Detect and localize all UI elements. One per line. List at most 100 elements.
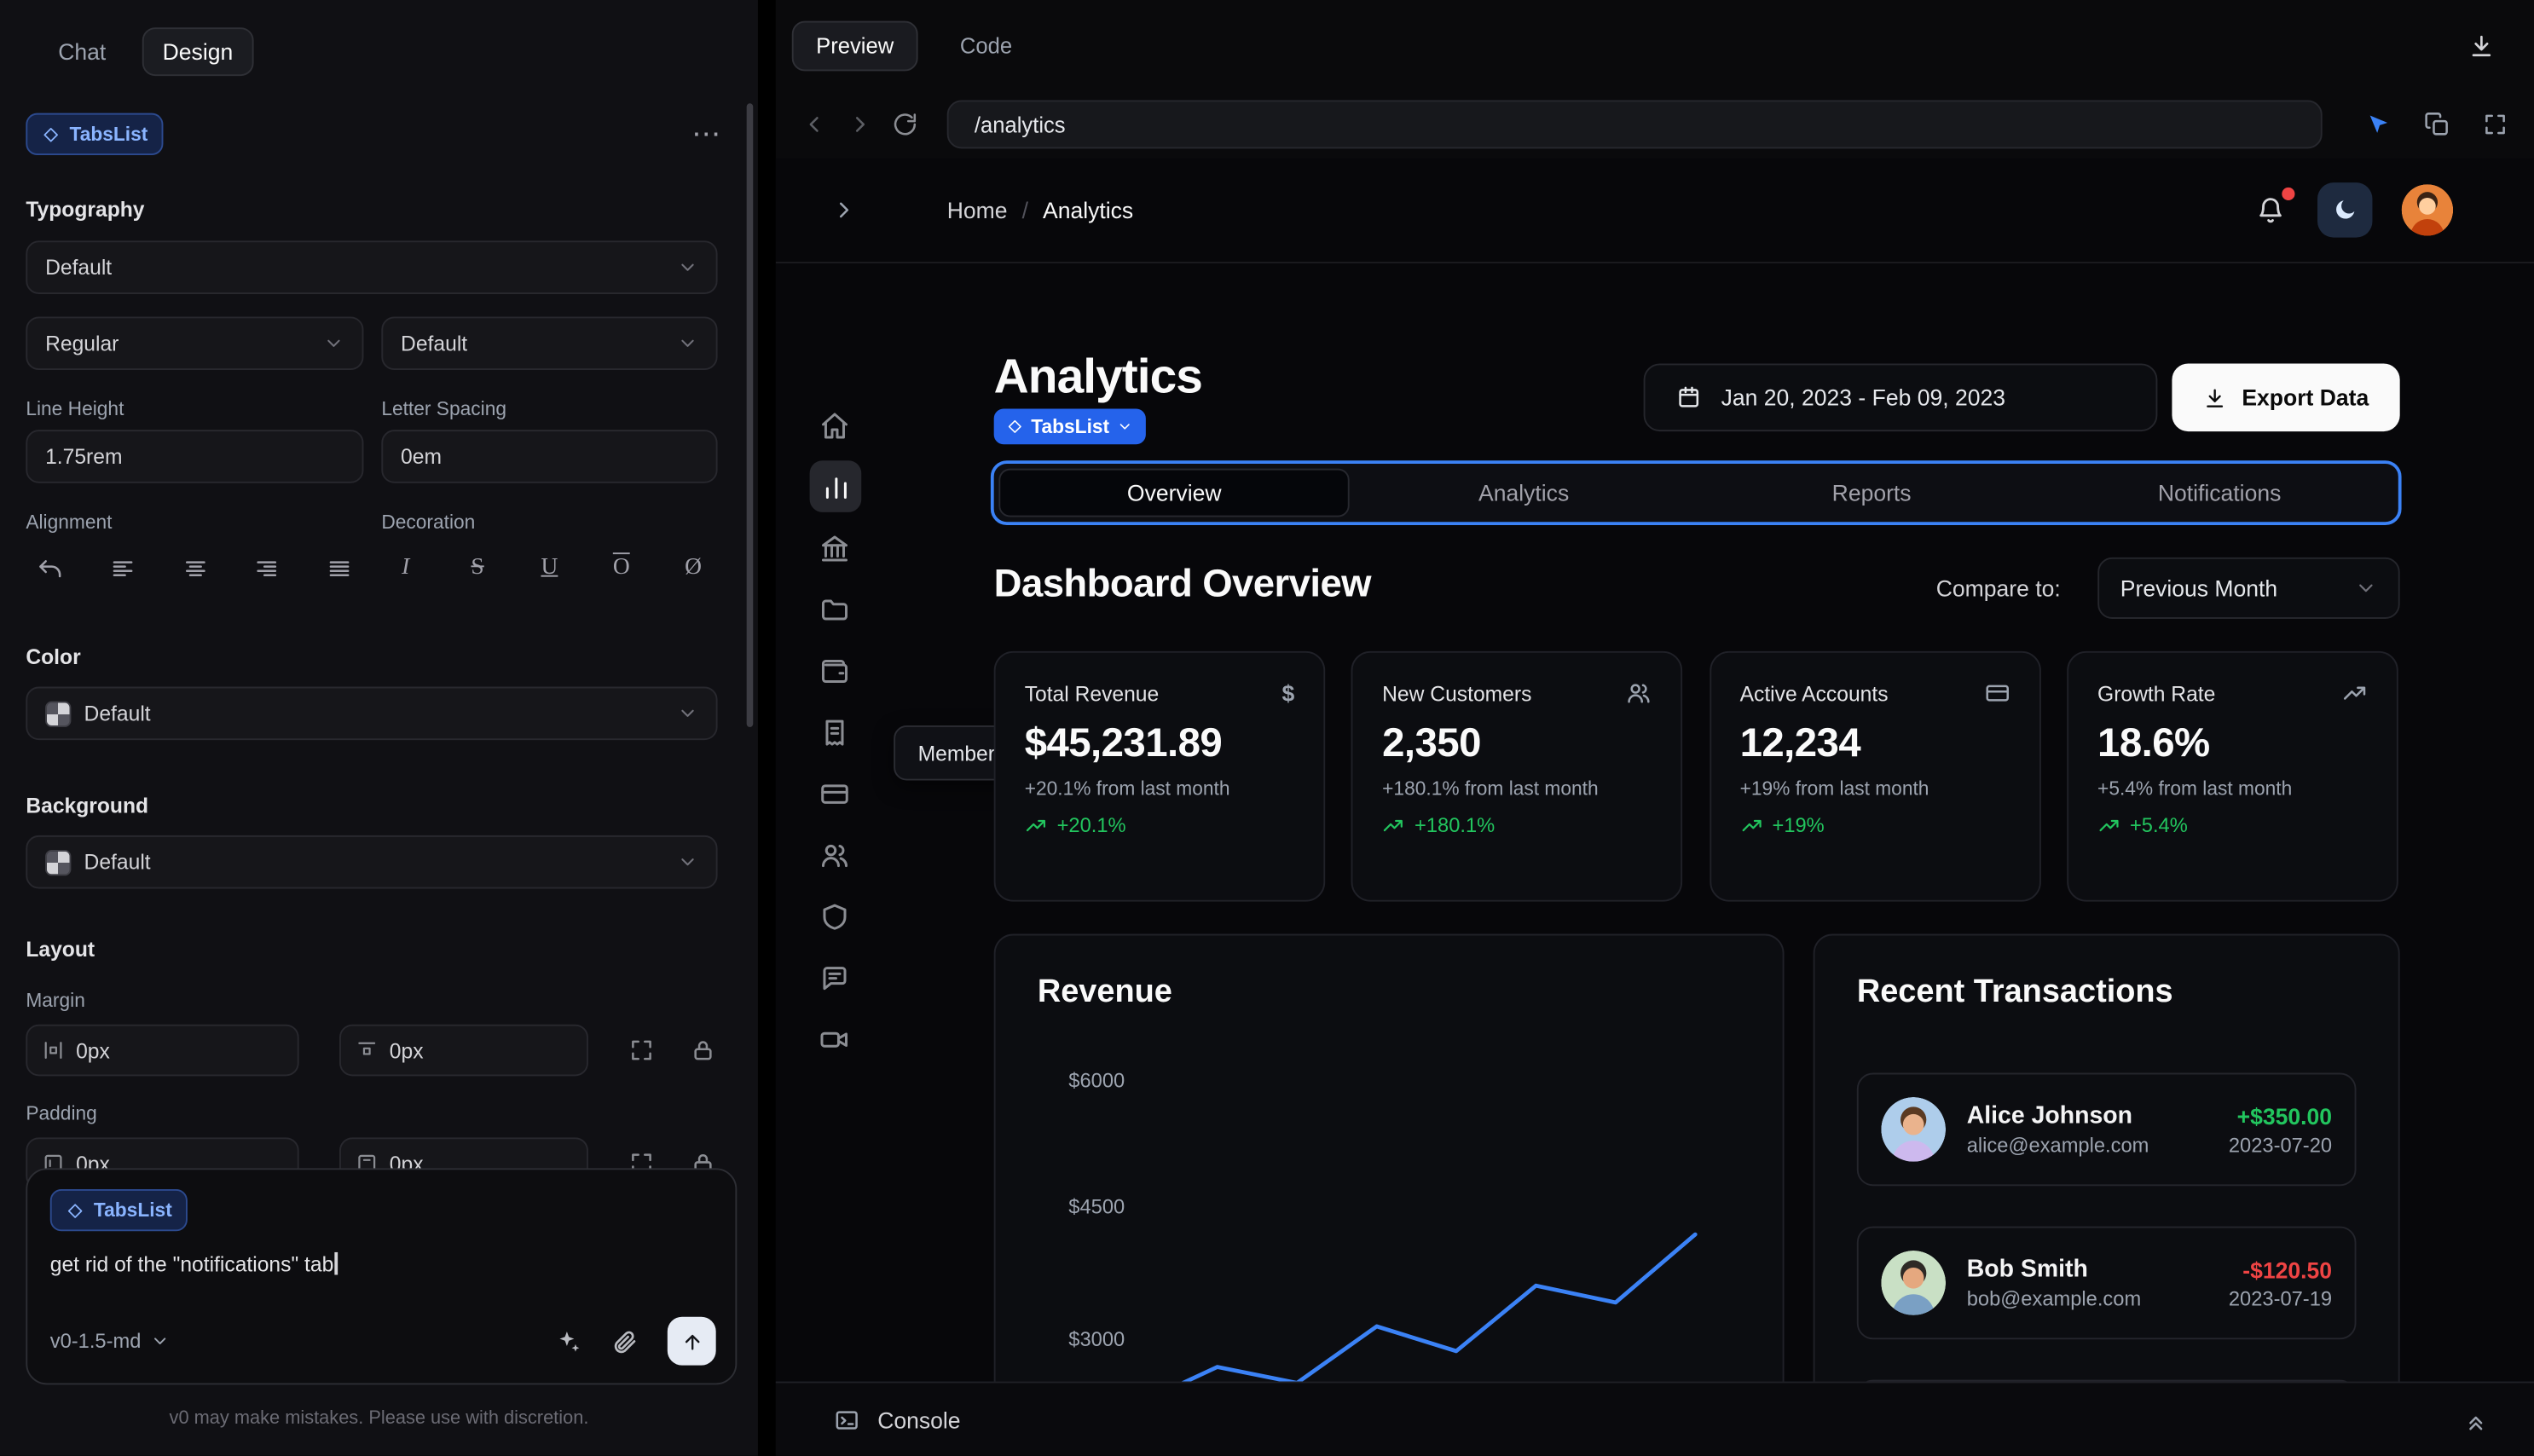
overline-button[interactable]: O	[597, 546, 645, 591]
align-justify-button[interactable]	[315, 546, 364, 591]
align-right-button[interactable]	[243, 546, 292, 591]
sidebar-item-cards[interactable]	[819, 777, 852, 810]
expand-icon	[628, 1037, 654, 1063]
typography-section-title: Typography	[26, 197, 145, 222]
letter-spacing-input[interactable]: 0em	[381, 430, 718, 483]
selected-element-label: TabsList	[69, 123, 148, 146]
sidebar-item-messages[interactable]	[819, 962, 852, 994]
sidebar-item-video[interactable]	[819, 1023, 852, 1055]
margin-x-value: 0px	[76, 1037, 110, 1063]
sidebar-item-wallet[interactable]	[819, 655, 852, 687]
user-avatar[interactable]	[2401, 184, 2454, 236]
alignment-toolbar	[26, 543, 363, 593]
date-range-value: Jan 20, 2023 - Feb 09, 2023	[1721, 384, 2006, 411]
disclaimer-text: v0 may make mistakes. Please use with di…	[169, 1408, 589, 1429]
tab-overview[interactable]: Overview	[998, 468, 1351, 517]
stat-badge-value: +19%	[1772, 814, 1825, 837]
bar-chart-icon	[820, 471, 851, 502]
font-family-select[interactable]: Default	[26, 240, 718, 294]
stat-subtext: +19% from last month	[1739, 777, 1929, 800]
tabs-list: Overview Analytics Reports Notifications	[990, 460, 2402, 526]
stat-title: Growth Rate	[2097, 680, 2216, 706]
console-toggle[interactable]: Console	[824, 1405, 970, 1434]
font-size-select[interactable]: Default	[381, 316, 718, 371]
notifications-button[interactable]	[2253, 187, 2295, 228]
align-left-button[interactable]	[98, 546, 147, 591]
italic-button[interactable]: I	[381, 546, 430, 591]
chevron-right-icon	[847, 112, 872, 137]
sidebar-item-home[interactable]	[819, 409, 852, 442]
tab-analytics[interactable]: Analytics	[1350, 469, 1698, 517]
align-right-icon	[254, 555, 280, 581]
inspect-element-button[interactable]	[2361, 107, 2395, 142]
model-selector[interactable]: v0-1.5-md	[50, 1330, 171, 1352]
compare-select[interactable]: Previous Month	[2097, 557, 2400, 619]
fullscreen-button[interactable]	[2479, 108, 2512, 141]
video-icon	[819, 1024, 850, 1054]
prompt-input[interactable]: get rid of the "notifications" tab	[50, 1251, 713, 1276]
wallet-icon	[819, 656, 850, 686]
date-range-picker[interactable]: Jan 20, 2023 - Feb 09, 2023	[1643, 363, 2158, 432]
margin-y-input[interactable]: 0px	[339, 1024, 588, 1077]
page-title: Analytics	[993, 350, 1203, 404]
transaction-item: Bob Smith bob@example.com -$120.50 2023-…	[1856, 1226, 2357, 1340]
diamond-icon	[1007, 419, 1023, 435]
padding-label: Padding	[26, 1101, 97, 1125]
sidebar-item-analytics[interactable]	[809, 460, 862, 512]
stat-value: $45,231.89	[1024, 720, 1223, 766]
chevron-down-icon	[151, 1332, 171, 1351]
sidebar-item-invoices[interactable]	[819, 716, 852, 748]
background-select[interactable]: Default	[26, 835, 718, 889]
font-weight-select[interactable]: Regular	[26, 316, 364, 371]
tab-chat[interactable]: Chat	[38, 29, 125, 74]
margin-lock-button[interactable]	[690, 1037, 715, 1063]
sidebar-item-bank[interactable]	[819, 532, 852, 564]
lock-icon	[690, 1037, 715, 1063]
line-height-label: Line Height	[26, 397, 124, 420]
download-button[interactable]	[2462, 25, 2502, 65]
margin-expand-button[interactable]	[628, 1037, 654, 1063]
margin-vertical-icon	[356, 1039, 379, 1062]
sidebar-item-security[interactable]	[819, 900, 852, 933]
tab-reports[interactable]: Reports	[1698, 469, 2045, 517]
sidebar-toggle-button[interactable]	[821, 195, 866, 224]
align-center-button[interactable]	[171, 546, 219, 591]
breadcrumb-home[interactable]: Home	[947, 197, 1008, 222]
sidebar-item-members[interactable]	[819, 839, 852, 871]
margin-x-input[interactable]: 0px	[26, 1024, 299, 1077]
selection-overlay-badge[interactable]: TabsList	[993, 408, 1147, 445]
forward-button[interactable]	[843, 108, 876, 141]
trending-up-icon	[2341, 680, 2367, 706]
credit-card-icon	[819, 778, 850, 809]
copy-button[interactable]	[2421, 108, 2453, 141]
editor-scrollbar[interactable]	[746, 103, 754, 727]
sidebar-item-files[interactable]	[819, 593, 852, 626]
breadcrumb-separator: /	[1021, 197, 1028, 223]
export-data-button[interactable]: Export Data	[2172, 363, 2400, 432]
console-expand-button[interactable]	[2453, 1405, 2498, 1434]
tab-code[interactable]: Code	[937, 22, 1034, 69]
refresh-button[interactable]	[888, 108, 921, 141]
theme-toggle-button[interactable]	[2317, 182, 2373, 238]
margin-y-value: 0px	[389, 1037, 424, 1063]
url-input[interactable]: /analytics	[946, 100, 2323, 149]
line-height-input[interactable]: 1.75rem	[26, 430, 364, 483]
calendar-icon	[1676, 384, 1702, 410]
app-header: Home / Analytics	[775, 159, 2534, 263]
submit-prompt-button[interactable]	[667, 1316, 716, 1366]
panel-menu-button[interactable]: ⋯	[682, 119, 732, 148]
tab-preview[interactable]: Preview	[791, 20, 918, 71]
underline-button[interactable]: U	[525, 546, 574, 591]
composer-context-chip[interactable]: TabsList	[49, 1189, 188, 1232]
clear-format-button[interactable]: Ø	[669, 546, 718, 591]
selected-element-chip[interactable]: TabsList	[26, 113, 165, 155]
color-select[interactable]: Default	[26, 686, 718, 741]
reset-alignment-button[interactable]	[26, 546, 74, 591]
export-data-label: Export Data	[2242, 384, 2369, 411]
enhance-prompt-button[interactable]	[554, 1327, 581, 1355]
strikethrough-button[interactable]: S	[454, 546, 502, 591]
attach-file-button[interactable]	[610, 1327, 638, 1355]
tab-notifications[interactable]: Notifications	[2045, 469, 2393, 517]
tab-design[interactable]: Design	[141, 27, 254, 77]
back-button[interactable]	[798, 108, 830, 141]
